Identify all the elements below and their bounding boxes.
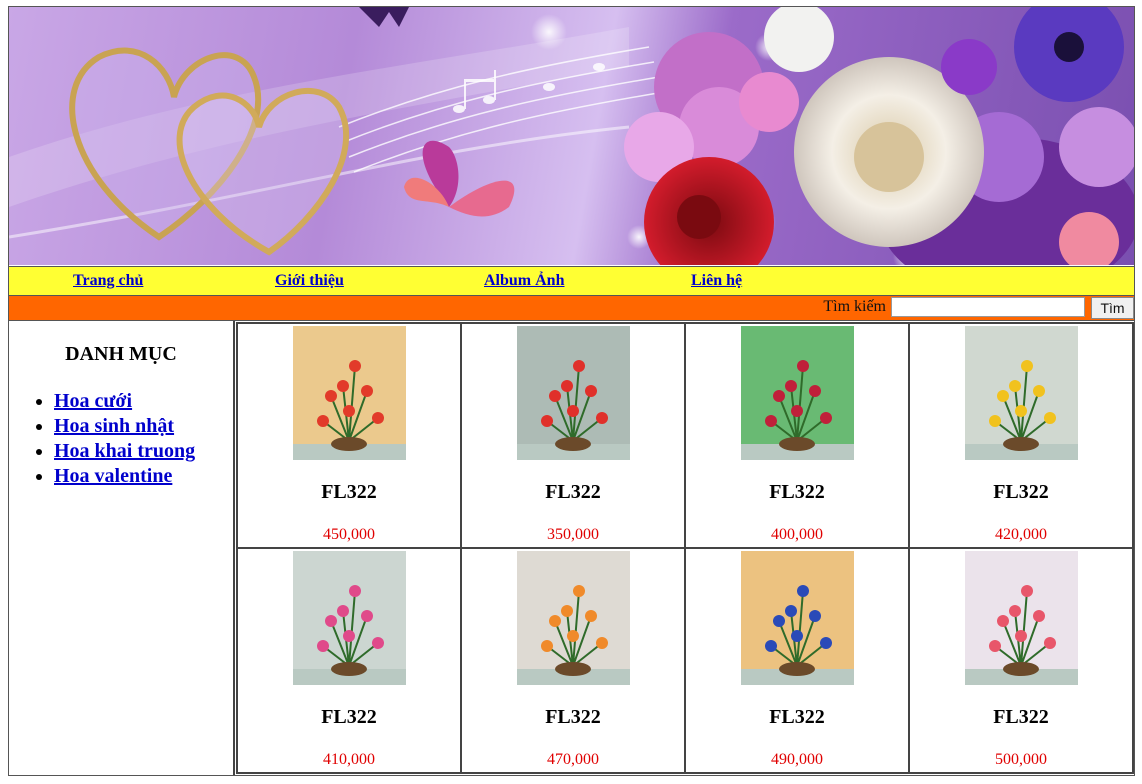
product-card[interactable]: FL322 420,000 (909, 323, 1133, 548)
product-card[interactable]: FL322 350,000 (461, 323, 685, 548)
category-sidebar: DANH MỤC Hoa cưới Hoa sinh nhật Hoa khai… (9, 321, 235, 775)
product-code: FL322 (545, 481, 601, 503)
product-card[interactable]: FL322 500,000 (909, 548, 1133, 773)
category-link-valentine[interactable]: Hoa valentine (54, 465, 172, 487)
product-card[interactable]: FL322 450,000 (237, 323, 461, 548)
product-price: 470,000 (547, 751, 599, 768)
nav-item-album[interactable]: Album Ảnh (484, 272, 564, 290)
category-link-opening[interactable]: Hoa khai truong (54, 440, 195, 462)
product-price: 490,000 (771, 751, 823, 768)
search-input[interactable] (891, 297, 1085, 317)
category-link-birthday[interactable]: Hoa sinh nhật (54, 415, 174, 437)
product-image[interactable] (293, 551, 406, 685)
product-price: 410,000 (323, 751, 375, 768)
product-code: FL322 (993, 481, 1049, 503)
search-label: Tìm kiếm (823, 298, 886, 315)
product-price: 450,000 (323, 526, 375, 543)
list-item: Hoa sinh nhật (54, 414, 195, 439)
nav-item-contact[interactable]: Liên hệ (691, 272, 742, 290)
product-code: FL322 (769, 481, 825, 503)
product-card[interactable]: FL322 400,000 (685, 323, 909, 548)
list-item: Hoa cưới (54, 389, 195, 414)
product-image[interactable] (517, 326, 630, 460)
product-image[interactable] (517, 551, 630, 685)
product-code: FL322 (321, 481, 377, 503)
category-link-wedding[interactable]: Hoa cưới (54, 390, 132, 412)
search-bar: Tìm kiếm Tìm (9, 296, 1134, 321)
product-grid: FL322 450,000 FL322 350,000 FL322 400,00… (236, 322, 1134, 774)
product-price: 500,000 (995, 751, 1047, 768)
banner-artwork (9, 7, 1134, 265)
product-price: 350,000 (547, 526, 599, 543)
sidebar-title: DANH MỤC (65, 343, 177, 365)
product-image[interactable] (965, 326, 1078, 460)
nav-item-about[interactable]: Giới thiệu (275, 272, 344, 290)
product-card[interactable]: FL322 490,000 (685, 548, 909, 773)
main-nav: Trang chủ Giới thiệu Album Ảnh Liên hệ (9, 266, 1134, 296)
product-image[interactable] (741, 551, 854, 685)
product-image[interactable] (741, 326, 854, 460)
product-code: FL322 (545, 706, 601, 728)
product-code: FL322 (321, 706, 377, 728)
category-list: Hoa cưới Hoa sinh nhật Hoa khai truong H… (9, 389, 195, 489)
list-item: Hoa khai truong (54, 439, 195, 464)
product-price: 400,000 (771, 526, 823, 543)
product-code: FL322 (769, 706, 825, 728)
product-card[interactable]: FL322 470,000 (461, 548, 685, 773)
header-banner (9, 7, 1134, 265)
nav-item-home[interactable]: Trang chủ (73, 272, 143, 290)
product-card[interactable]: FL322 410,000 (237, 548, 461, 773)
search-button[interactable]: Tìm (1091, 297, 1134, 319)
list-item: Hoa valentine (54, 464, 195, 489)
product-code: FL322 (993, 706, 1049, 728)
product-image[interactable] (293, 326, 406, 460)
product-image[interactable] (965, 551, 1078, 685)
product-price: 420,000 (995, 526, 1047, 543)
